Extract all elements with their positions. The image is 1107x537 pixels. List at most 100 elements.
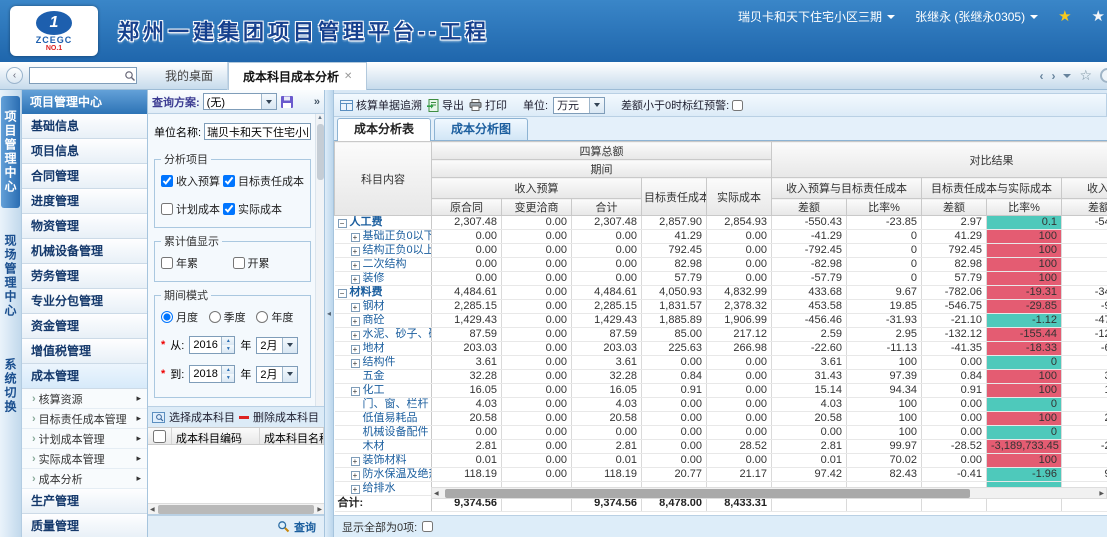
- user-menu[interactable]: 张继永 (张继永0305): [915, 8, 1038, 25]
- subject-label[interactable]: 门、窗、栏杆: [363, 398, 429, 410]
- module-strip-item[interactable]: 系统切换: [1, 344, 20, 428]
- checkbox-input[interactable]: [233, 257, 245, 269]
- sidebar-item[interactable]: 增值税管理: [22, 339, 147, 364]
- expand-node-icon[interactable]: +: [351, 457, 360, 466]
- subject-tree-cell[interactable]: 低值易耗品: [335, 412, 432, 426]
- subject-label[interactable]: 结构件: [363, 356, 396, 368]
- scroll-left-icon[interactable]: ◀: [432, 490, 441, 497]
- trace-voucher-button[interactable]: 核算单据追溯: [340, 97, 422, 113]
- radio-input[interactable]: [256, 311, 268, 323]
- secondary-star-icon[interactable]: ★: [1092, 7, 1105, 25]
- expand-panel-icon[interactable]: »: [314, 96, 320, 108]
- expand-node-icon[interactable]: +: [351, 261, 360, 270]
- subject-label[interactable]: 化工: [363, 384, 385, 396]
- sidebar-item[interactable]: 专业分包管理: [22, 289, 147, 314]
- doc-tab[interactable]: 成本科目成本分析✕: [228, 62, 367, 90]
- subject-tree-cell[interactable]: +装修: [335, 272, 432, 286]
- export-button[interactable]: 导出: [427, 97, 464, 113]
- stepper-up-icon[interactable]: ▲: [222, 366, 234, 374]
- query-search-button[interactable]: 查询: [294, 519, 316, 535]
- subject-label[interactable]: 五金: [363, 370, 385, 382]
- date-to-month-select[interactable]: 2月: [256, 366, 298, 383]
- sidebar-item[interactable]: 质量管理: [22, 514, 147, 537]
- print-button[interactable]: 打印: [469, 97, 507, 113]
- subject-label[interactable]: 机械设备配件: [363, 426, 429, 438]
- subject-tree-cell[interactable]: +钢材: [335, 300, 432, 314]
- scroll-up-icon[interactable]: ▲: [317, 114, 323, 123]
- sidebar-subitem[interactable]: ›计划成本管理▸: [22, 429, 147, 449]
- query-panel-scrollbar[interactable]: ▲: [315, 114, 324, 406]
- unit-name-input[interactable]: [204, 123, 311, 140]
- subject-tree-cell[interactable]: +防水保温及绝热...: [335, 468, 432, 482]
- filter-option[interactable]: 实际成本: [223, 201, 304, 217]
- filter-option[interactable]: 收入预算: [161, 173, 223, 189]
- subject-tree-cell[interactable]: −人工费: [335, 216, 432, 230]
- sidebar-item[interactable]: 合同管理: [22, 164, 147, 189]
- sidebar-item[interactable]: 机械设备管理: [22, 239, 147, 264]
- subject-tree-cell[interactable]: 门、窗、栏杆: [335, 398, 432, 412]
- save-scheme-icon[interactable]: [280, 95, 294, 109]
- expand-node-icon[interactable]: +: [351, 275, 360, 284]
- expand-node-icon[interactable]: +: [351, 387, 360, 396]
- subject-tree-cell[interactable]: +化工: [335, 384, 432, 398]
- sidebar-item[interactable]: 生产管理: [22, 489, 147, 514]
- doc-tab[interactable]: 我的桌面: [151, 62, 228, 90]
- sidebar-item[interactable]: 项目信息: [22, 139, 147, 164]
- subject-label[interactable]: 商砼: [363, 314, 385, 326]
- bookmark-star-icon[interactable]: ☆: [1079, 67, 1092, 84]
- sidebar-item[interactable]: 劳务管理: [22, 264, 147, 289]
- expand-node-icon[interactable]: +: [351, 359, 360, 368]
- select-subject-link[interactable]: 选择成本科目: [169, 409, 235, 425]
- expand-node-icon[interactable]: +: [351, 303, 360, 312]
- sidebar-subitem[interactable]: ›成本分析▸: [22, 469, 147, 489]
- expand-node-icon[interactable]: +: [351, 485, 360, 494]
- radio-input[interactable]: [161, 311, 173, 323]
- checkbox-input[interactable]: [223, 175, 235, 187]
- checkbox-input[interactable]: [161, 203, 173, 215]
- sidebar-item[interactable]: 成本管理: [22, 364, 147, 389]
- date-from-year-stepper[interactable]: 2016▲▼: [189, 336, 235, 354]
- subject-label[interactable]: 基础正负0以下: [363, 230, 432, 242]
- date-to-year-stepper[interactable]: 2018▲▼: [189, 365, 235, 383]
- tab-scroll-left-icon[interactable]: ‹: [1039, 69, 1043, 83]
- collapse-node-icon[interactable]: −: [338, 289, 347, 298]
- scrollbar-thumb[interactable]: [317, 124, 324, 180]
- stepper-down-icon[interactable]: ▼: [222, 345, 234, 353]
- subject-tree-cell[interactable]: +地材: [335, 342, 432, 356]
- expand-node-icon[interactable]: +: [351, 247, 360, 256]
- negative-warning-checkbox[interactable]: [732, 100, 743, 111]
- close-icon[interactable]: ✕: [344, 71, 352, 82]
- subject-tree-cell[interactable]: +给排水: [335, 482, 432, 496]
- unit-select[interactable]: 万元: [553, 97, 605, 114]
- subject-tree-cell[interactable]: +结构正负0以上: [335, 244, 432, 258]
- subject-tree-cell[interactable]: +基础正负0以下: [335, 230, 432, 244]
- subject-label[interactable]: 木材: [363, 440, 385, 452]
- module-strip-item[interactable]: 现场管理中心: [1, 220, 20, 332]
- scrollbar-thumb[interactable]: [158, 505, 315, 514]
- subject-label[interactable]: 给排水: [363, 482, 396, 494]
- subject-tree-cell[interactable]: +商砼: [335, 314, 432, 328]
- filter-option[interactable]: 年累: [161, 255, 233, 271]
- tab-scroll-right-icon[interactable]: ›: [1051, 69, 1055, 83]
- subject-label[interactable]: 人工费: [350, 216, 383, 228]
- view-tab[interactable]: 成本分析表: [337, 118, 431, 141]
- sidebar-item[interactable]: 物资管理: [22, 214, 147, 239]
- sidebar-subitem[interactable]: ›目标责任成本管理▸: [22, 409, 147, 429]
- show-zero-rows-checkbox[interactable]: [422, 521, 433, 532]
- subject-label[interactable]: 材料费: [350, 286, 383, 298]
- stepper-up-icon[interactable]: ▲: [222, 337, 234, 345]
- filter-option[interactable]: 开累: [233, 255, 305, 271]
- subject-tree-cell[interactable]: +装饰材料: [335, 454, 432, 468]
- date-from-month-select[interactable]: 2月: [256, 337, 298, 354]
- subject-label[interactable]: 低值易耗品: [363, 412, 418, 424]
- period-mode-option[interactable]: 季度: [209, 309, 257, 325]
- expand-node-icon[interactable]: +: [351, 471, 360, 480]
- radio-input[interactable]: [209, 311, 221, 323]
- delete-subject-link[interactable]: 删除成本科目: [253, 409, 319, 425]
- subject-tree-cell[interactable]: 机械设备配件: [335, 426, 432, 440]
- panel-collapse-handle[interactable]: ◂: [325, 90, 334, 537]
- subject-label[interactable]: 钢材: [363, 300, 385, 312]
- sidebar-header[interactable]: 项目管理中心: [22, 90, 147, 114]
- sidebar-subitem[interactable]: ›实际成本管理▸: [22, 449, 147, 469]
- scroll-right-icon[interactable]: ▶: [1097, 490, 1106, 497]
